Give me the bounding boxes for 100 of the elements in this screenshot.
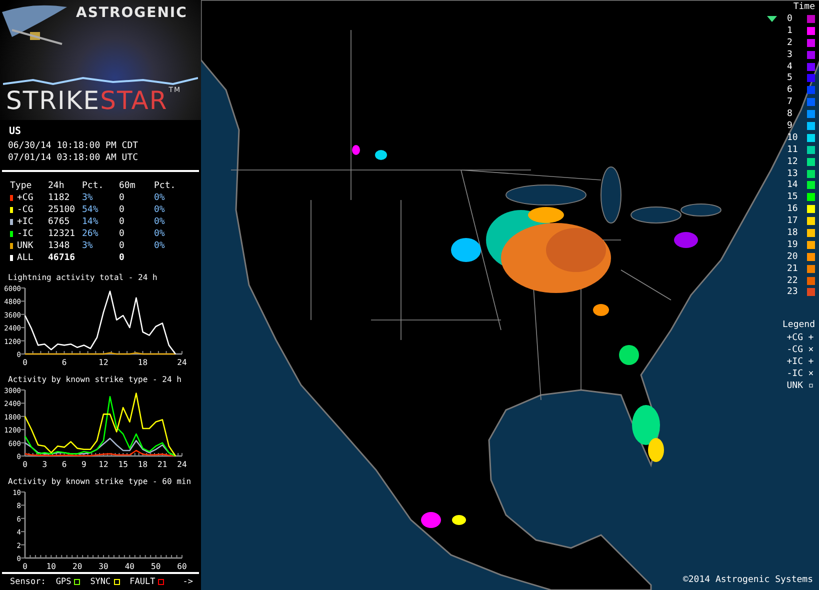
hour-label: 16 [787,204,799,214]
next-arrow[interactable]: -> [182,577,193,587]
table-cell-text: 0% [154,216,166,228]
brand-name: ASTROGENIC [76,5,188,21]
tick-label: 6 [62,460,67,468]
tick-label: 30 [98,562,108,570]
hour-label: 11 [787,144,799,155]
hour-label: 2 [787,38,794,48]
hour-label: 21 [787,264,799,274]
hour-label: 10 [787,132,799,143]
table-cell: -IC [17,228,34,240]
indicator-label: SYNC [90,577,111,587]
tick-label: 10 [46,562,56,570]
hour-label: 23 [787,287,799,298]
legend-label: +IC [786,356,803,366]
strike-symbol: + [807,332,815,342]
table-cell-text: 54% [82,204,100,216]
hour-label: 17 [787,216,799,226]
hour-label: 19 [787,240,799,250]
table-cell-text: 0 [119,204,126,216]
table-cell: +IC [17,216,34,228]
region-label: US [8,125,22,139]
table-cell-text: 0% [154,240,166,252]
hour-label: 4 [787,62,794,72]
y-axis [20,390,26,456]
legend-label: UNK [786,380,803,390]
legend-title: Time [793,2,815,12]
table-cell-text: 46716 [48,252,76,264]
hour-label: 22 [787,276,799,286]
table-cell: -CG [17,204,34,216]
timestamp: 07/01/14 03:18:00 AM UTC [7,152,140,164]
hour-label: 18 [787,228,799,238]
hour-label: 5 [787,73,794,84]
table-cell-text: 1348 [48,240,71,252]
hour-label: 7 [787,97,794,108]
tick-label: 6 [62,358,67,366]
table-cell-text: 0% [154,192,166,204]
table-cell-text: 0 [119,252,126,264]
tick-label: 9 [81,460,86,468]
tick-label: 18 [138,358,148,366]
column-header: Pct. [82,180,105,192]
table-cell-text: 1182 [48,192,71,204]
column-header: Type [10,180,33,192]
tick-label: 21 [158,460,168,468]
tick-label: 0 [22,460,28,468]
copyright: ©2014 Astrogenic Systems [682,575,813,585]
tick-label: 24 [177,358,187,366]
table-cell-text: 25100 [48,204,76,216]
tick-label: 60 [177,562,187,570]
tick-label: 50 [151,562,161,570]
y-axis [20,492,26,558]
strike-symbol: + [807,356,815,366]
sensor-label: Sensor: [10,577,46,587]
table-cell-text: 0% [154,204,166,216]
tick-label: 18 [138,460,148,468]
table-cell-text: 0 [119,240,126,252]
table-cell-text: 14% [82,216,100,228]
hour-label: 15 [787,192,799,202]
product-name: STAR [100,86,168,116]
hour-label: 20 [787,252,799,262]
table-cell-text: 0% [154,228,166,240]
hour-label: 3 [787,50,794,60]
indicator-label: GPS [56,577,72,587]
chart-title: Lightning activity total - 24 h [7,272,158,284]
legend-label: +CG [786,332,803,342]
strike-symbol: × [807,368,815,378]
tick-label: 3 [42,460,48,468]
product-name: STRIKE [6,86,100,116]
table-cell-text: 3% [82,240,94,252]
table-cell-text: 0 [119,216,126,228]
legend-title: Legend [782,320,815,330]
table-cell: UNK [17,240,34,252]
legend-label: -IC [786,368,803,378]
hour-label: 8 [787,109,794,120]
tick-label: 15 [118,460,128,468]
table-cell-text: 6765 [48,216,71,228]
table-cell-text: 12321 [48,228,76,240]
tick-label: 20 [72,562,82,570]
column-header: Pct. [154,180,177,192]
legend-label: -CG [786,344,803,354]
indicator-label: FAULT [130,577,156,587]
hour-label: 0 [787,14,794,24]
table-cell-text: 26% [82,228,100,240]
hour-label: 6 [787,85,794,96]
table-cell: +CG [17,192,34,204]
table-cell-text: 3% [82,192,94,204]
table-cell-text: 0 [119,192,126,204]
chart-title: Activity by known strike type - 24 h [7,374,182,386]
tick-label: 24 [177,460,187,468]
y-axis [20,288,26,354]
tick-label: 0 [22,562,28,570]
column-header: 24h [48,180,66,192]
chart-title: Activity by known strike type - 60 min [7,476,192,488]
hour-label: 14 [787,180,799,190]
tick-label: 40 [124,562,134,570]
table-cell-text: 0 [119,228,126,240]
table-cell: ALL [17,252,34,264]
tick-label: 0 [22,358,28,366]
hour-label: 1 [787,26,794,36]
column-header: 60m [119,180,136,192]
